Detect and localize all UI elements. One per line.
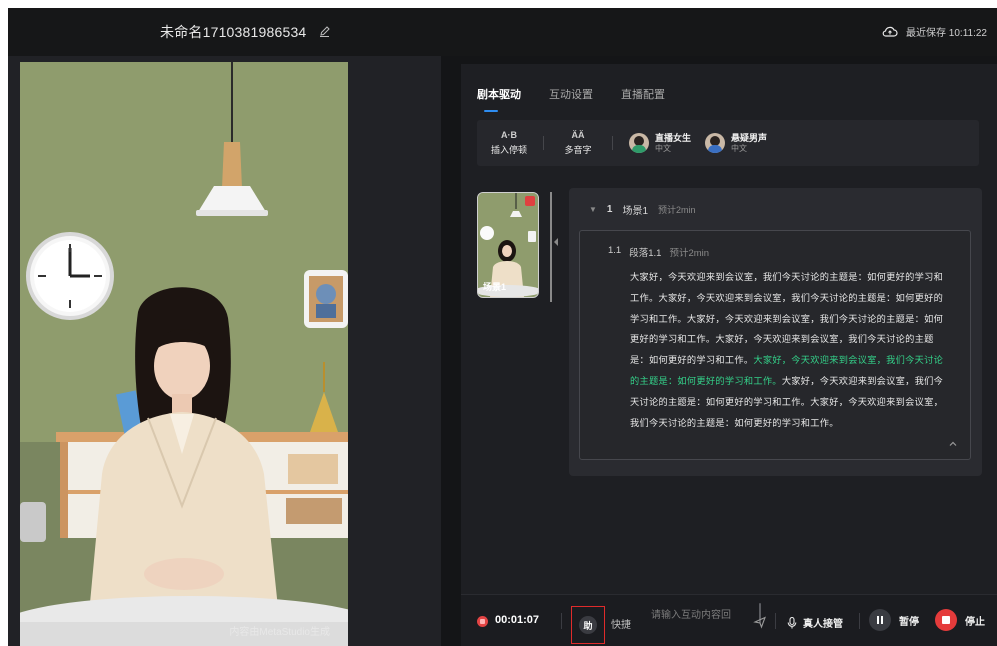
- polyphone-label: 多音字: [564, 145, 592, 155]
- video-preview-area: 内容由MetaStudio生成: [8, 56, 441, 646]
- pause-label: 暂停: [899, 616, 919, 628]
- divider: [561, 613, 562, 629]
- divider: [859, 613, 860, 629]
- voice-language: 中文: [731, 143, 748, 153]
- interaction-input[interactable]: [651, 609, 751, 639]
- panel-tabs: 剧本驱动 互动设置 直播配置: [477, 86, 665, 112]
- chevron-left-icon[interactable]: [554, 238, 558, 246]
- divider: [612, 136, 613, 150]
- avatar: [705, 133, 726, 153]
- project-title[interactable]: 未命名1710381986534: [160, 22, 306, 42]
- script-panel: 剧本驱动 互动设置 直播配置 A·B 插入停顿 ÄÄ 多音字 直播女生 中文 悬…: [461, 64, 997, 646]
- send-icon[interactable]: [753, 615, 767, 629]
- stop-button[interactable]: 停止: [935, 609, 985, 631]
- paragraph-card[interactable]: 1.1 段落1.1 预计2min 大家好，今天欢迎来到会议室，我们今天讨论的主题…: [579, 230, 971, 460]
- scene-number: 1: [606, 204, 613, 215]
- live-control-bar: 00:01:07 助 快捷 真人接管 暂停: [461, 594, 997, 646]
- voice-name: 直播女生: [655, 132, 692, 143]
- divider: [543, 136, 544, 150]
- voice-option-female[interactable]: 直播女生 中文: [629, 133, 691, 154]
- chevron-up-icon[interactable]: [948, 439, 958, 449]
- paragraph-header: 1.1 段落1.1 预计2min: [608, 245, 709, 259]
- stop-label: 停止: [965, 616, 985, 628]
- pause-button[interactable]: 暂停: [869, 609, 919, 631]
- script-text-before: 大家好，今天欢迎来到会议室，我们今天讨论的主题是：如何更好的学习和工作。大家好，…: [630, 272, 944, 366]
- human-takeover-label: 真人接管: [803, 619, 843, 630]
- live-timer: 00:01:07: [495, 614, 540, 626]
- scene-card: ▼ 1 场景1 预计2min 1.1 段落1.1 预计2min 大家好，今天欢迎…: [569, 188, 982, 476]
- polyphone-button[interactable]: ÄÄ 多音字: [546, 130, 610, 156]
- save-status: 最近保存 10:11:22: [882, 24, 987, 39]
- interaction-input-wrap: [651, 609, 751, 639]
- tab-live-config[interactable]: 直播配置: [621, 86, 665, 102]
- avatar: [629, 133, 649, 153]
- cloud-upload-icon: [882, 26, 898, 37]
- scene-estimate: 预计2min: [658, 205, 696, 215]
- paragraph-number: 1.1: [608, 245, 622, 256]
- script-text[interactable]: 大家好，今天欢迎来到会议室，我们今天讨论的主题是：如何更好的学习和工作。大家好，…: [630, 267, 946, 433]
- script-toolbar: A·B 插入停顿 ÄÄ 多音字 直播女生 中文 悬疑男声 中文: [477, 120, 979, 166]
- record-badge-icon: [525, 196, 535, 206]
- insert-pause-label: 插入停顿: [490, 145, 527, 155]
- polyphone-icon: ÄÄ: [571, 130, 585, 140]
- scene-thumbnail[interactable]: 场景1: [477, 192, 539, 298]
- quick-reply-label[interactable]: 快捷: [611, 616, 631, 631]
- scene-thumbnail-label: 场景1: [483, 282, 507, 292]
- insert-pause-icon: A·B: [501, 130, 517, 140]
- top-bar: 未命名1710381986534 最近保存 10:11:22: [8, 8, 997, 56]
- insert-pause-button[interactable]: A·B 插入停顿: [477, 130, 541, 156]
- tab-script-driven[interactable]: 剧本驱动: [477, 86, 521, 112]
- human-takeover-button[interactable]: 真人接管: [787, 615, 843, 630]
- avatar-video-preview: 内容由MetaStudio生成: [20, 62, 348, 646]
- app-window: 未命名1710381986534 最近保存 10:11:22 内容由MetaSt…: [8, 8, 997, 646]
- caret-down-icon[interactable]: ▼: [589, 205, 597, 214]
- paragraph-estimate: 预计2min: [669, 248, 710, 259]
- drag-handle[interactable]: [550, 192, 552, 302]
- edit-icon[interactable]: [318, 24, 332, 38]
- divider: [775, 613, 776, 629]
- tab-interaction-settings[interactable]: 互动设置: [549, 86, 593, 102]
- watermark: 内容由MetaStudio生成: [229, 627, 330, 638]
- pause-icon: [869, 609, 891, 631]
- scene-illustration: [20, 62, 348, 646]
- scene-header[interactable]: ▼ 1 场景1 预计2min: [589, 202, 696, 217]
- mic-icon: [787, 616, 797, 628]
- assist-mode-button[interactable]: 助: [571, 606, 605, 644]
- save-status-text: 最近保存 10:11:22: [906, 28, 987, 39]
- assist-mode-icon: 助: [579, 616, 597, 634]
- voice-option-male[interactable]: 悬疑男声 中文: [705, 133, 767, 154]
- paragraph-name: 段落1.1: [629, 248, 662, 259]
- recording-icon: [477, 616, 488, 627]
- voice-language: 中文: [655, 143, 671, 153]
- voice-name: 悬疑男声: [731, 132, 768, 143]
- stop-icon: [935, 609, 957, 631]
- scene-name: 场景1: [622, 206, 649, 217]
